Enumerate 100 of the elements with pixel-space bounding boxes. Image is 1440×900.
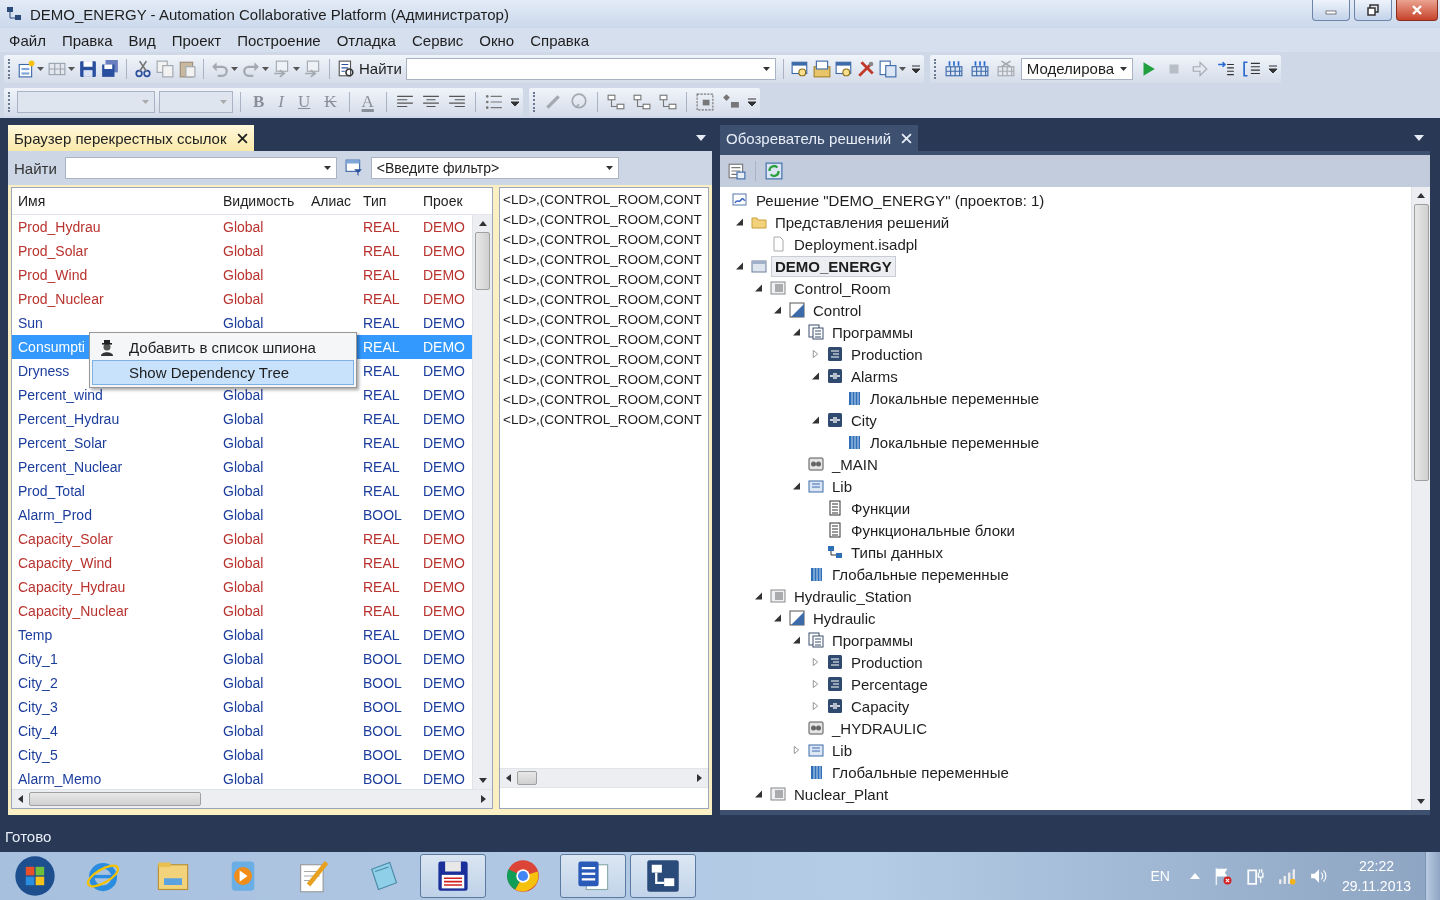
expanded-arrow-icon[interactable] [755, 592, 762, 600]
list-bracket-icon[interactable] [1242, 59, 1261, 78]
save-icon[interactable] [79, 59, 97, 78]
table-cell[interactable]: Percent_Nuclear [12, 459, 217, 475]
menu-item[interactable]: Добавить в список шпиона [92, 335, 354, 360]
column-header[interactable]: Имя [12, 193, 217, 209]
reference-item[interactable]: <LD>,(CONTROL_ROOM,CONT [503, 370, 708, 390]
expanded-arrow-icon[interactable] [812, 416, 819, 424]
bullet-list-icon[interactable] [484, 92, 503, 111]
table-cell[interactable]: Alarm_Memo [12, 771, 217, 787]
caret-icon[interactable] [231, 66, 238, 71]
tree-item[interactable]: Локальные переменные [866, 387, 1044, 409]
paste-icon[interactable] [178, 59, 196, 78]
tree-item[interactable]: City [847, 409, 881, 431]
scroll-thumb[interactable] [1413, 204, 1429, 481]
scroll-right-icon[interactable] [697, 774, 702, 782]
tree-item[interactable]: Capacity [847, 695, 914, 717]
expanded-arrow-icon[interactable] [793, 328, 800, 336]
table-cell[interactable]: Prod_Solar [12, 243, 217, 259]
caret-icon[interactable] [293, 66, 300, 71]
filter-icon[interactable] [344, 159, 363, 177]
menu-item[interactable]: Проект [163, 29, 230, 51]
horizontal-scrollbar[interactable] [12, 789, 492, 808]
tree-item[interactable]: Percentage [847, 673, 932, 695]
menu-item[interactable]: Вид [120, 29, 164, 51]
nodes-icon[interactable] [632, 92, 651, 111]
scroll-right-icon[interactable] [481, 795, 486, 803]
tree-item[interactable]: Control [809, 299, 866, 321]
scroll-thumb[interactable] [517, 771, 537, 785]
scroll-down-icon[interactable] [1417, 799, 1425, 804]
properties-icon[interactable] [728, 162, 746, 180]
tree-item[interactable]: Представления решений [771, 211, 954, 233]
collapsed-arrow-icon[interactable] [812, 658, 819, 666]
expanded-arrow-icon[interactable] [774, 614, 781, 622]
menu-item[interactable]: Сервис [403, 29, 472, 51]
vertical-scrollbar[interactable] [1411, 187, 1430, 810]
nodes-icon[interactable] [606, 92, 625, 111]
expanded-arrow-icon[interactable] [793, 636, 800, 644]
reference-item[interactable]: <LD>,(CONTROL_ROOM,CONT [503, 290, 708, 310]
table-cell[interactable]: Prod_Wind [12, 267, 217, 283]
tree-item[interactable]: Функции [847, 497, 915, 519]
overflow-icon[interactable] [911, 63, 920, 74]
caret-icon[interactable] [605, 166, 613, 170]
tree-item[interactable]: Production [847, 343, 927, 365]
tree-item[interactable]: Hydraulic [809, 607, 880, 629]
overflow-icon[interactable] [510, 96, 519, 107]
menu-item[interactable]: Отладка [328, 29, 404, 51]
collapsed-arrow-icon[interactable] [812, 350, 819, 358]
rebuild-icon[interactable] [970, 59, 989, 78]
table-cell[interactable]: Alarm_Prod [12, 507, 217, 523]
collapsed-arrow-icon[interactable] [812, 680, 819, 688]
minimize-button[interactable] [1312, 0, 1350, 21]
table-cell[interactable]: Capacity_Nuclear [12, 603, 217, 619]
caret-icon[interactable] [898, 66, 906, 71]
table-cell[interactable]: City_5 [12, 747, 217, 763]
taskbar-button[interactable] [630, 854, 696, 898]
table-cell[interactable]: City_2 [12, 675, 217, 691]
caret-icon[interactable] [68, 66, 75, 71]
expanded-arrow-icon[interactable] [812, 372, 819, 380]
window-search-icon[interactable] [790, 59, 809, 78]
tools-icon[interactable] [856, 59, 875, 78]
reference-item[interactable]: <LD>,(CONTROL_ROOM,CONT [503, 190, 708, 210]
new-item-icon[interactable] [17, 59, 35, 78]
expanded-arrow-icon[interactable] [755, 790, 762, 798]
table-cell[interactable]: Percent_Hydrau [12, 411, 217, 427]
pages-icon[interactable] [878, 59, 897, 78]
panel-tab[interactable]: Браузер перекрестных ссылок [8, 125, 254, 151]
menu-item[interactable]: Show Dependency Tree [92, 360, 354, 385]
close-button[interactable] [1396, 0, 1438, 21]
tree-item[interactable]: Глобальные переменные [828, 761, 1013, 783]
expanded-arrow-icon[interactable] [755, 284, 762, 292]
caret-icon[interactable] [262, 66, 269, 71]
scroll-up-icon[interactable] [478, 221, 487, 226]
menu-item[interactable]: Справка [522, 29, 598, 51]
tree-item[interactable]: _HYDRAULIC [828, 717, 932, 739]
close-icon[interactable] [236, 132, 248, 144]
save-all-icon[interactable] [101, 59, 119, 78]
tree-item[interactable]: DEMO_ENERGY [771, 255, 896, 277]
dropdown-arrow-icon[interactable] [1414, 135, 1424, 141]
zoom-window-icon[interactable] [834, 59, 853, 78]
expanded-arrow-icon[interactable] [736, 218, 743, 226]
collapsed-arrow-icon[interactable] [793, 746, 800, 754]
reference-item[interactable]: <LD>,(CONTROL_ROOM,CONT [503, 270, 708, 290]
table-cell[interactable]: City_4 [12, 723, 217, 739]
table-cell[interactable]: Sun [12, 315, 217, 331]
tree-item[interactable]: Глобальные переменные [828, 563, 1013, 585]
reference-item[interactable]: <LD>,(CONTROL_ROOM,CONT [503, 250, 708, 270]
mode-dropdown[interactable]: Моделирова [1020, 57, 1133, 80]
table-cell[interactable]: Capacity_Hydrau [12, 579, 217, 595]
tree-item[interactable]: Lib [828, 739, 857, 761]
table-cell[interactable]: Percent_wind [12, 387, 217, 403]
reference-item[interactable]: <LD>,(CONTROL_ROOM,CONT [503, 310, 708, 330]
tree-item[interactable]: Типы данных [847, 541, 947, 563]
tree-item[interactable]: Hydraulic_Station [790, 585, 916, 607]
grip-handle[interactable] [8, 91, 10, 112]
tree-item[interactable]: Локальные переменные [866, 431, 1044, 453]
shapes-icon[interactable] [721, 92, 740, 111]
filter-combo[interactable]: <Введите фильтр> [370, 157, 619, 179]
tree-item[interactable]: Lib [828, 475, 857, 497]
find-document-icon[interactable] [337, 59, 355, 78]
